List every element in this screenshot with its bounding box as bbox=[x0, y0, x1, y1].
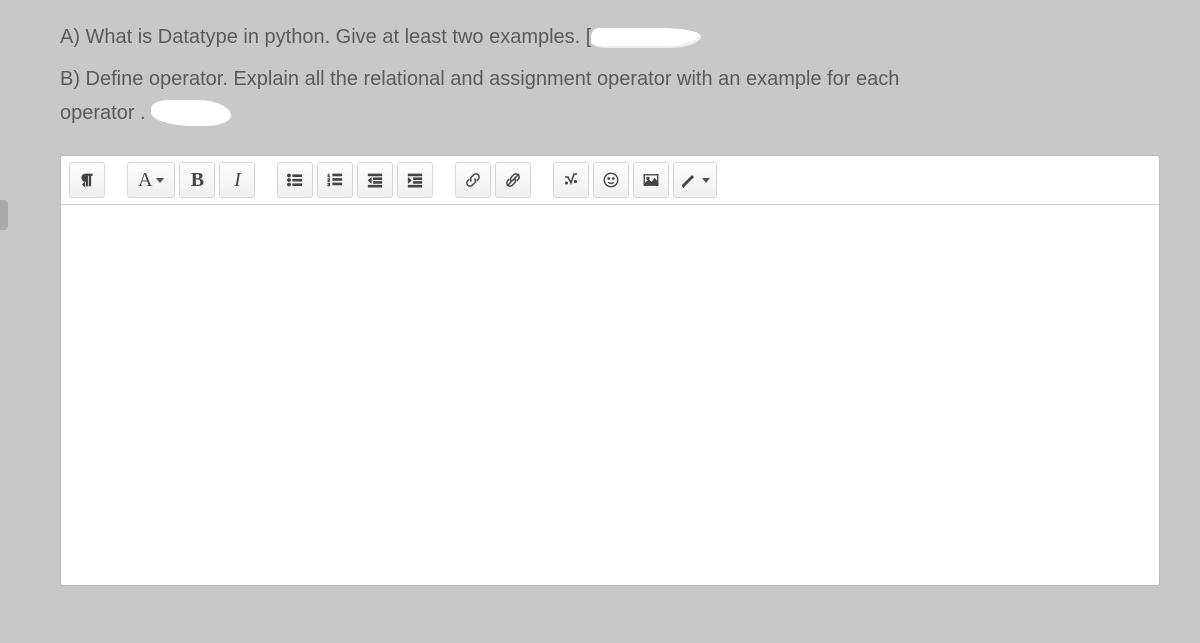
bullet-list-icon bbox=[286, 171, 304, 189]
content-area: A) What is Datatype in python. Give at l… bbox=[60, 0, 1160, 586]
italic-label: I bbox=[234, 169, 241, 192]
unordered-list-button[interactable] bbox=[277, 162, 313, 198]
redaction-mark bbox=[151, 100, 231, 126]
equation-icon bbox=[562, 171, 580, 189]
link-button[interactable] bbox=[455, 162, 491, 198]
paragraph-format-button[interactable] bbox=[69, 162, 105, 198]
ordered-list-button[interactable]: 1 2 3 bbox=[317, 162, 353, 198]
indent-icon bbox=[406, 171, 424, 189]
paragraph-icon bbox=[78, 171, 96, 189]
italic-button[interactable]: I bbox=[219, 162, 255, 198]
numbered-list-icon: 1 2 3 bbox=[326, 171, 344, 189]
editor-textarea[interactable] bbox=[61, 205, 1159, 585]
outdent-icon bbox=[366, 171, 384, 189]
unlink-button[interactable] bbox=[495, 162, 531, 198]
smile-icon bbox=[602, 171, 620, 189]
emoticon-button[interactable] bbox=[593, 162, 629, 198]
image-icon bbox=[642, 171, 660, 189]
unlink-icon bbox=[504, 171, 522, 189]
page-nav-band bbox=[0, 200, 8, 230]
chevron-down-icon bbox=[156, 178, 164, 183]
question-prompt: A) What is Datatype in python. Give at l… bbox=[60, 20, 1160, 130]
bold-label: B bbox=[191, 169, 204, 192]
image-button[interactable] bbox=[633, 162, 669, 198]
question-a-text: A) What is Datatype in python. Give at l… bbox=[60, 26, 591, 48]
highlight-button[interactable] bbox=[673, 162, 717, 198]
chevron-down-icon bbox=[702, 178, 710, 183]
bold-button[interactable]: B bbox=[179, 162, 215, 198]
equation-button[interactable] bbox=[553, 162, 589, 198]
highlighter-icon bbox=[680, 171, 698, 189]
font-color-label: A bbox=[138, 169, 152, 192]
svg-text:3: 3 bbox=[328, 182, 331, 187]
outdent-button[interactable] bbox=[357, 162, 393, 198]
editor-toolbar: A B I bbox=[61, 156, 1159, 205]
question-b-text-2: operator . bbox=[60, 102, 151, 124]
font-color-button[interactable]: A bbox=[127, 162, 175, 198]
question-b: B) Define operator. Explain all the rela… bbox=[60, 62, 1160, 130]
question-a: A) What is Datatype in python. Give at l… bbox=[60, 20, 1160, 54]
rich-text-editor: A B I bbox=[60, 155, 1160, 586]
link-icon bbox=[464, 171, 482, 189]
question-b-text-1: B) Define operator. Explain all the rela… bbox=[60, 68, 899, 90]
indent-button[interactable] bbox=[397, 162, 433, 198]
redaction-mark bbox=[591, 26, 701, 50]
